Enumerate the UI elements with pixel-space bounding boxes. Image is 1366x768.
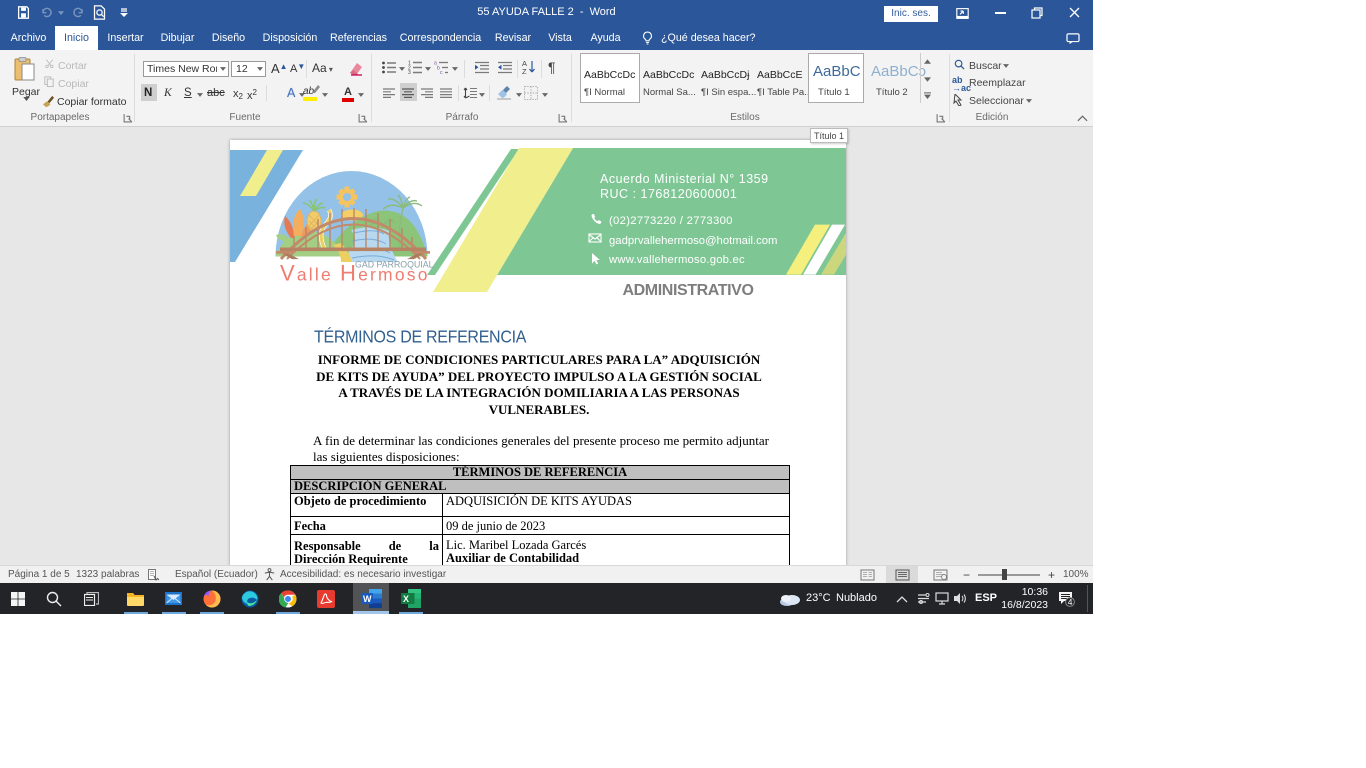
svg-text:Z: Z [522,67,527,75]
svg-text:W: W [363,594,372,604]
svg-text:X: X [403,594,409,604]
svg-text:c: c [440,70,443,74]
svg-text:3: 3 [408,70,411,74]
svg-text:Acuerdo Ministerial N° 1359: Acuerdo Ministerial N° 1359 [600,172,769,186]
svg-text:gadprvallehermoso@hotmail.com: gadprvallehermoso@hotmail.com [609,235,777,247]
svg-text:www.vallehermoso.gob.ec: www.vallehermoso.gob.ec [608,254,745,266]
svg-text:(02)2773220 / 2773300: (02)2773220 / 2773300 [609,215,733,227]
svg-text:4: 4 [1068,597,1073,607]
svg-text:RUC : 1768120600001: RUC : 1768120600001 [600,187,737,201]
svg-text:Valle Hermoso: Valle Hermoso [280,261,430,286]
